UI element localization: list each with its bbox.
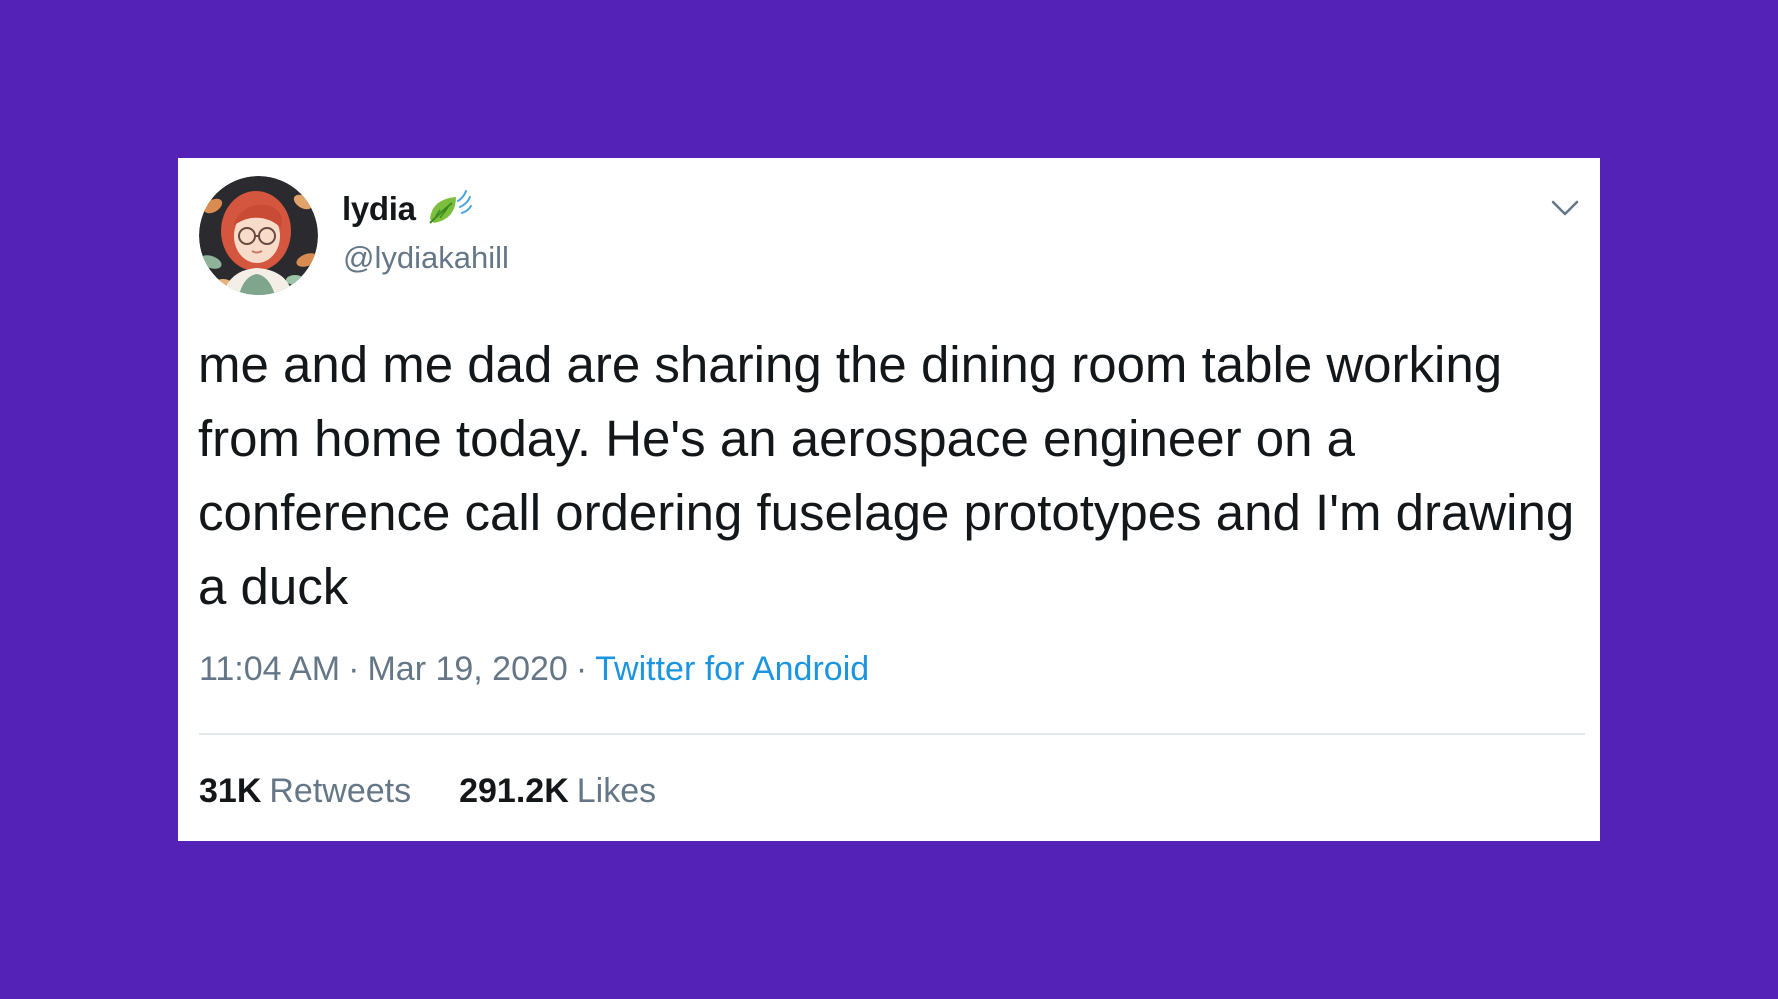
separator: · <box>348 650 360 688</box>
chevron-down-icon[interactable] <box>1545 188 1585 228</box>
tweet-metadata: 11:04 AM · Mar 19, 2020 · Twitter for Androi… <box>199 650 869 689</box>
retweets-stat[interactable]: 31K Retweets <box>199 772 411 811</box>
separator: · <box>575 650 588 688</box>
likes-label: Likes <box>576 772 657 810</box>
avatar-illustration <box>199 176 318 295</box>
tweet-source-link[interactable]: Twitter for Android <box>595 650 869 688</box>
tweet-stats: 31K Retweets 291.2K Likes <box>199 772 704 811</box>
leaf-fluttering-in-wind-icon <box>426 189 472 229</box>
display-name[interactable]: lydia <box>342 189 472 229</box>
divider <box>199 733 1585 735</box>
tweet-card: lydia @lydiakahill me and me dad are sha… <box>178 158 1600 841</box>
user-handle[interactable]: @lydiakahill <box>343 240 509 276</box>
avatar[interactable] <box>199 176 318 295</box>
display-name-text: lydia <box>342 190 416 227</box>
tweet-time[interactable]: 11:04 AM <box>199 650 340 688</box>
tweet-date[interactable]: Mar 19, 2020 <box>367 650 567 688</box>
likes-stat[interactable]: 291.2K Likes <box>459 772 656 811</box>
retweets-count: 31K <box>199 772 262 810</box>
likes-count: 291.2K <box>459 772 569 810</box>
retweets-label: Retweets <box>269 772 412 810</box>
tweet-text: me and me dad are sharing the dining roo… <box>198 336 1575 615</box>
